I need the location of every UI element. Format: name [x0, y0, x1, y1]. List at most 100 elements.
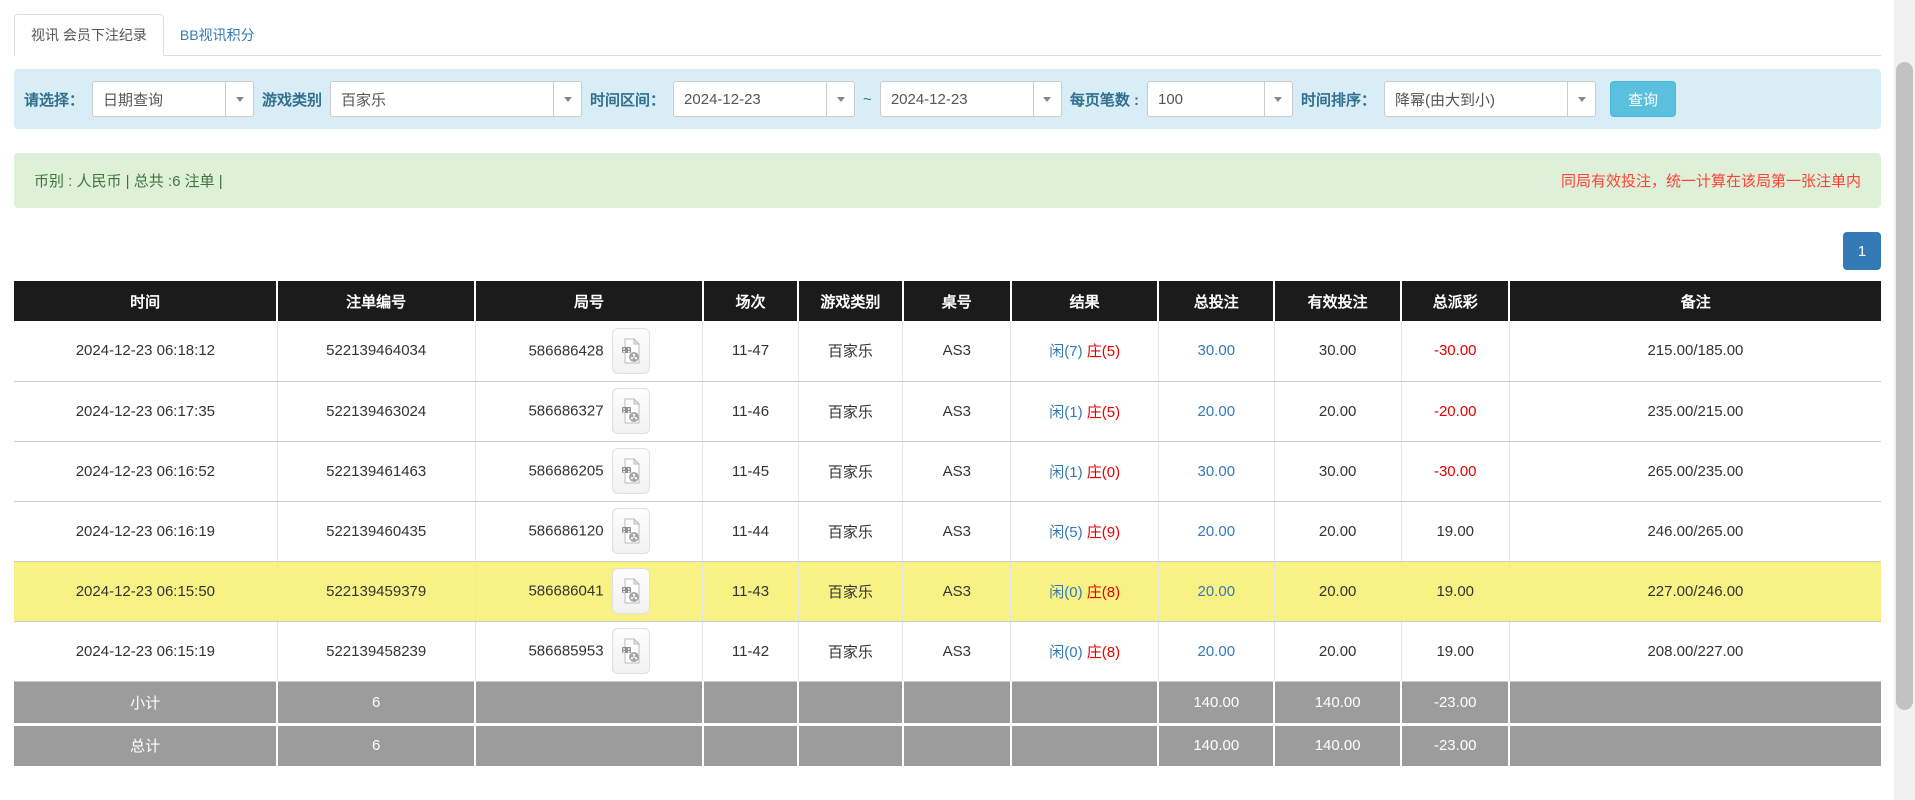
video-file-icon: [621, 638, 641, 664]
footer-empty-cell: [475, 681, 703, 724]
table-no-cell: AS3: [903, 381, 1011, 441]
header-game-category: 游戏类别: [798, 281, 903, 321]
valid-bet-cell: 30.00: [1274, 321, 1401, 381]
footer-label-cell: 小计: [14, 681, 277, 724]
total-bet-link[interactable]: 20.00: [1198, 403, 1236, 420]
bet-time-cell: 2024-12-23 06:16:52: [14, 441, 277, 501]
result-player: 闲(1): [1049, 404, 1082, 421]
tab-betting-records[interactable]: 视讯 会员下注纪录: [14, 14, 164, 56]
chevron-down-icon: [225, 82, 253, 116]
footer-empty-cell: [1509, 724, 1881, 767]
date-range-tilde: ~: [863, 91, 872, 108]
table-row: 2024-12-23 06:16:19522139460435586686120…: [14, 501, 1881, 561]
video-file-icon: [621, 458, 641, 484]
table-body: 2024-12-23 06:18:12522139464034586686428…: [14, 321, 1881, 767]
total-bet-link[interactable]: 20.00: [1198, 643, 1236, 660]
result-cell: 闲(7) 庄(5): [1011, 321, 1158, 381]
footer-valid-bet-cell: 140.00: [1274, 681, 1401, 724]
bet-id-cell: 522139461463: [277, 441, 475, 501]
result-cell: 闲(1) 庄(0): [1011, 441, 1158, 501]
vertical-scrollbar: [1894, 0, 1915, 800]
bet-id-cell: 522139460435: [277, 501, 475, 561]
payout-cell: 19.00: [1401, 561, 1509, 621]
result-player: 闲(0): [1049, 644, 1082, 661]
remark-cell: 235.00/215.00: [1509, 381, 1881, 441]
video-replay-button[interactable]: [612, 568, 650, 614]
session-cell: 11-45: [703, 441, 798, 501]
sort-order-select[interactable]: 降幂(由大到小): [1384, 81, 1596, 117]
page-content: 视讯 会员下注纪录 BB视讯积分 请选择： 日期查询 游戏类别 百家乐 时间区间…: [0, 0, 1915, 769]
result-banker: 庄(5): [1087, 343, 1120, 360]
game-category-select[interactable]: 百家乐: [330, 81, 582, 117]
result-banker: 庄(0): [1087, 464, 1120, 481]
bet-time-cell: 2024-12-23 06:15:19: [14, 621, 277, 681]
header-table-no: 桌号: [903, 281, 1011, 321]
footer-empty-cell: [798, 724, 903, 767]
bet-id-cell: 522139459379: [277, 561, 475, 621]
round-id: 586686428: [528, 342, 603, 359]
video-replay-button[interactable]: [612, 508, 650, 554]
search-button[interactable]: 查询: [1610, 81, 1676, 117]
table-header-row: 时间 注单编号 局号 场次 游戏类别 桌号 结果 总投注 有效投注 总派彩 备注: [14, 281, 1881, 321]
date-from-select[interactable]: 2024-12-23: [673, 81, 855, 117]
footer-count-cell: 6: [277, 724, 475, 767]
video-replay-button[interactable]: [612, 448, 650, 494]
total-bet-cell: 20.00: [1158, 381, 1274, 441]
sort-order-value: 降幂(由大到小): [1385, 89, 1495, 110]
footer-payout-cell: -23.00: [1401, 681, 1509, 724]
page-1-button[interactable]: 1: [1843, 232, 1881, 270]
video-file-icon: [621, 338, 641, 364]
result-cell: 闲(0) 庄(8): [1011, 621, 1158, 681]
footer-empty-cell: [1011, 724, 1158, 767]
valid-bet-cell: 20.00: [1274, 381, 1401, 441]
round-cell: 586686041: [475, 561, 703, 621]
payout-cell: -30.00: [1401, 441, 1509, 501]
date-to-select[interactable]: 2024-12-23: [880, 81, 1062, 117]
tab-bb-video-points[interactable]: BB视讯积分: [164, 15, 271, 55]
session-cell: 11-47: [703, 321, 798, 381]
remark-cell: 246.00/265.00: [1509, 501, 1881, 561]
result-banker: 庄(9): [1087, 524, 1120, 541]
page-size-select[interactable]: 100: [1147, 81, 1293, 117]
round-id: 586686205: [528, 463, 603, 480]
video-replay-button[interactable]: [612, 328, 650, 374]
total-bet-cell: 30.00: [1158, 321, 1274, 381]
summary-bar: 币别 : 人民币 | 总共 :6 注单 | 同局有效投注，统一计算在该局第一张注…: [14, 153, 1881, 208]
footer-empty-cell: [703, 724, 798, 767]
footer-count-cell: 6: [277, 681, 475, 724]
footer-payout-cell: -23.00: [1401, 724, 1509, 767]
total-bet-link[interactable]: 20.00: [1198, 523, 1236, 540]
table-footer-row: 总计6140.00140.00-23.00: [14, 724, 1881, 767]
footer-label-cell: 总计: [14, 724, 277, 767]
total-bet-link[interactable]: 30.00: [1198, 342, 1236, 359]
total-bet-link[interactable]: 30.00: [1198, 463, 1236, 480]
result-player: 闲(5): [1049, 524, 1082, 541]
result-banker: 庄(5): [1087, 404, 1120, 421]
footer-empty-cell: [1509, 681, 1881, 724]
result-player: 闲(0): [1049, 584, 1082, 601]
footer-empty-cell: [703, 681, 798, 724]
game-category-cell: 百家乐: [798, 561, 903, 621]
valid-bet-cell: 20.00: [1274, 621, 1401, 681]
sort-order-label: 时间排序：: [1301, 89, 1376, 110]
video-file-icon: [621, 578, 641, 604]
total-bet-link[interactable]: 20.00: [1198, 583, 1236, 600]
round-cell: 586686428: [475, 321, 703, 381]
query-type-select[interactable]: 日期查询: [92, 81, 254, 117]
header-bet-id: 注单编号: [277, 281, 475, 321]
video-replay-button[interactable]: [612, 628, 650, 674]
page-size-label: 每页笔数 :: [1070, 89, 1139, 110]
valid-bet-notice-text: 同局有效投注，统一计算在该局第一张注单内: [1561, 170, 1861, 191]
game-category-cell: 百家乐: [798, 621, 903, 681]
round-id: 586685953: [528, 643, 603, 660]
bet-time-cell: 2024-12-23 06:17:35: [14, 381, 277, 441]
video-replay-button[interactable]: [612, 388, 650, 434]
payout-cell: -30.00: [1401, 321, 1509, 381]
header-remark: 备注: [1509, 281, 1881, 321]
payout-cell: 19.00: [1401, 621, 1509, 681]
chevron-down-icon: [553, 82, 581, 116]
footer-valid-bet-cell: 140.00: [1274, 724, 1401, 767]
remark-cell: 208.00/227.00: [1509, 621, 1881, 681]
date-to-value: 2024-12-23: [881, 91, 968, 108]
scrollbar-thumb[interactable]: [1896, 62, 1913, 710]
